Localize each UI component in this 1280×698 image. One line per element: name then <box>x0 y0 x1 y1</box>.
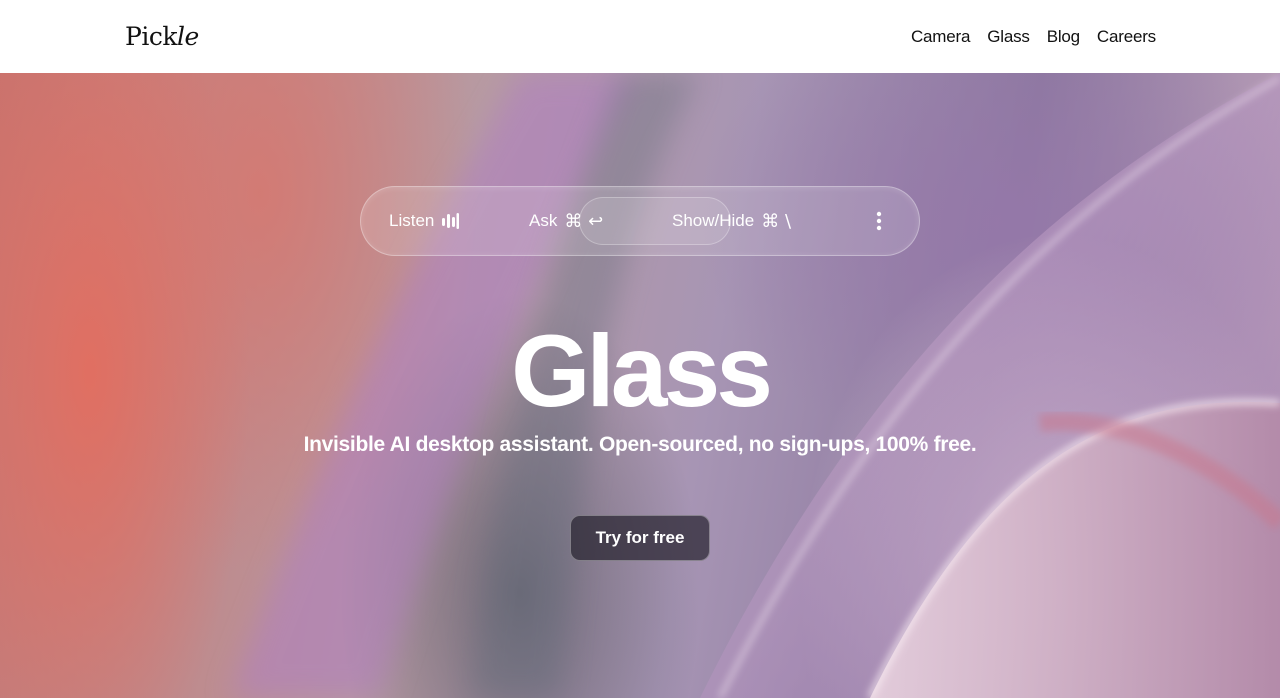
hero-section: Listen Ask ⌘ ↩ Show/Hide ⌘ \ Glass Invis… <box>0 73 1280 698</box>
audio-bars-icon <box>442 213 460 229</box>
ask-label: Ask <box>529 211 558 230</box>
listen-button[interactable]: Listen <box>389 187 460 255</box>
nav-link-careers[interactable]: Careers <box>1097 27 1156 47</box>
ask-button[interactable]: Ask ⌘ ↩ <box>529 187 603 255</box>
listen-label: Listen <box>389 211 435 230</box>
nav-link-glass[interactable]: Glass <box>987 27 1030 47</box>
hero-subtitle: Invisible AI desktop assistant. Open-sou… <box>303 433 977 456</box>
top-navbar: Pickle Camera Glass Blog Careers <box>0 0 1280 73</box>
pickle-logo[interactable]: Pickle <box>125 22 199 51</box>
hero-title: Glass <box>511 314 773 428</box>
show-hide-shortcut: ⌘ \ <box>761 210 792 232</box>
show-hide-button[interactable]: Show/Hide ⌘ \ <box>672 187 791 255</box>
nav-link-blog[interactable]: Blog <box>1047 27 1080 47</box>
nav-link-camera[interactable]: Camera <box>911 27 970 47</box>
glass-toolbar-preview: Listen Ask ⌘ ↩ Show/Hide ⌘ \ <box>360 186 920 256</box>
more-options-button[interactable] <box>871 187 887 255</box>
nav-links: Camera Glass Blog Careers <box>911 27 1156 47</box>
show-hide-label: Show/Hide <box>672 211 755 230</box>
try-for-free-button[interactable]: Try for free <box>570 515 710 561</box>
more-vertical-icon <box>876 211 882 231</box>
ask-shortcut: ⌘ ↩ <box>564 210 604 232</box>
